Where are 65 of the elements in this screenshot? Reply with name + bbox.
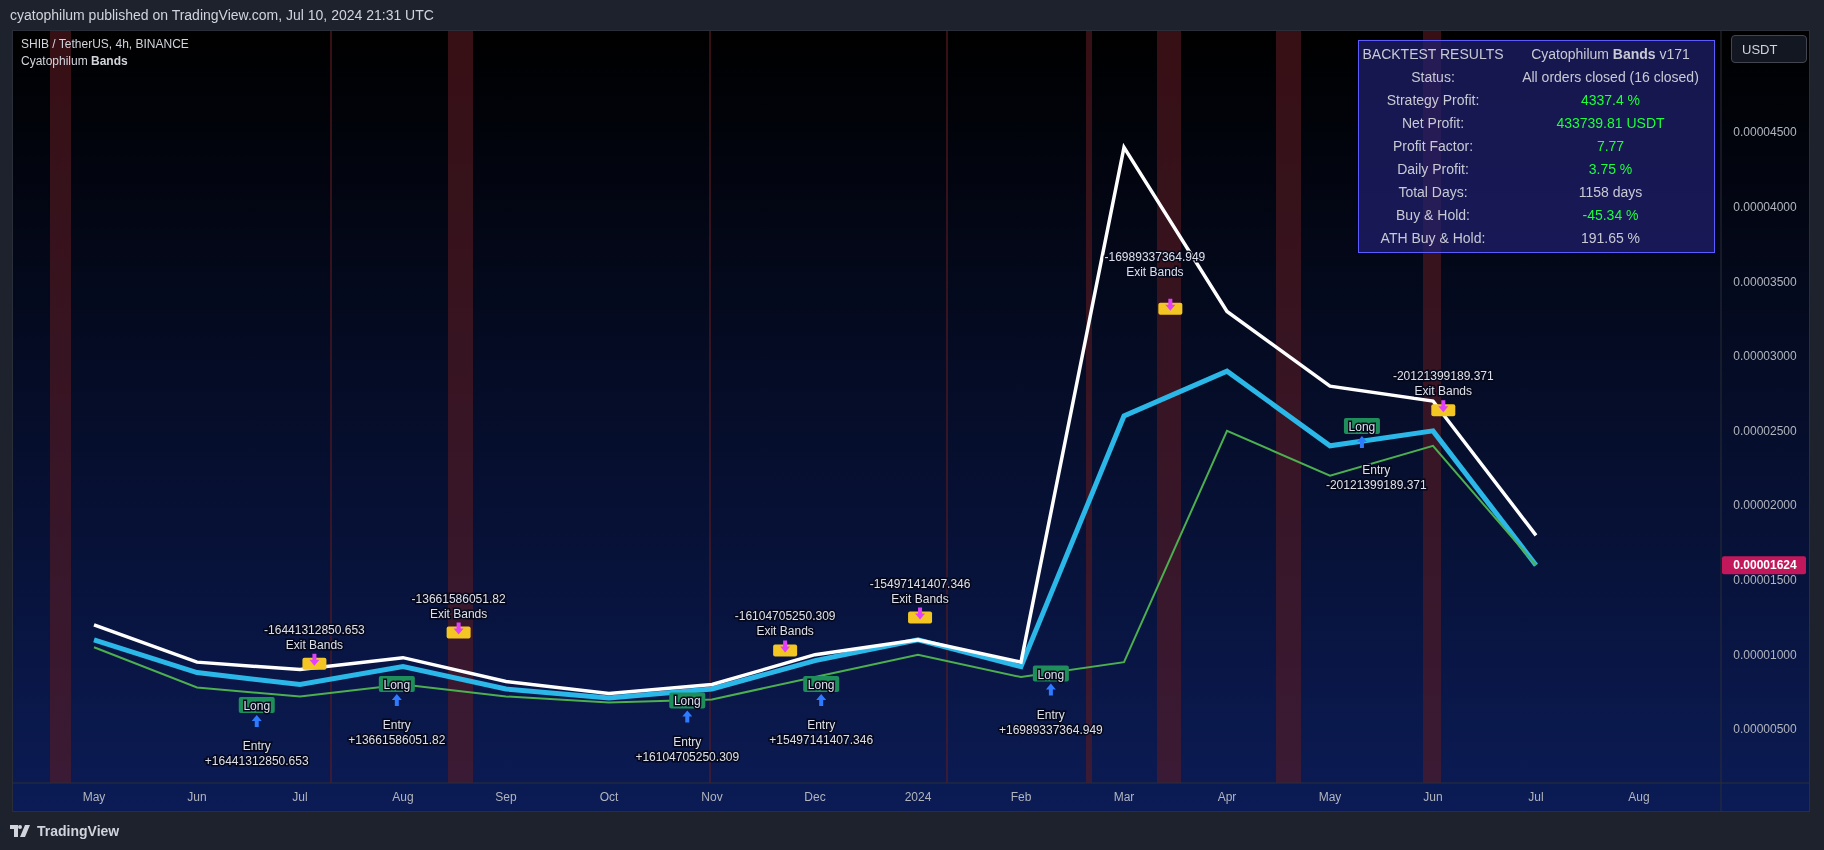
last-price-tag: 0.00001624 [1722,556,1806,575]
price-axis-label: 0.00001000 [1733,647,1797,662]
metric-label: Total Days: [1397,183,1469,202]
metric-value: 191.65 % [1579,229,1642,248]
metric-value: 3.75 % [1587,160,1634,179]
metric-label: Status: [1410,68,1456,87]
metric-label: Daily Profit: [1396,160,1470,179]
price-axis-label: 0.00001500 [1733,573,1797,588]
brand-name: TradingView [37,823,120,839]
price-axis-label: 0.00003500 [1733,274,1797,289]
trade-label: -16104705250.309 Exit Bands [734,609,836,639]
metric-label: Net Profit: [1400,114,1466,133]
time-axis-label: Aug [1628,790,1650,804]
metric-label: Profit Factor: [1391,137,1475,156]
metric-value: All orders closed (16 closed) [1521,68,1700,87]
trade-label: Entry +15497141407.346 [769,718,874,748]
trade-label: -15497141407.346 Exit Bands [869,576,971,606]
trade-label: Long [243,698,271,713]
table-title: BACKTEST RESULTS [1361,45,1505,64]
currency-button[interactable]: USDT [1731,35,1807,63]
trade-label: -20121399189.371 Exit Bands [1392,369,1494,399]
time-axis-label: Aug [392,790,414,804]
time-axis-label: Jul [1528,790,1544,804]
price-axis-label: 0.00004500 [1733,125,1797,140]
trade-label: Entry -20121399189.371 [1325,463,1427,493]
metric-value: 433739.81 USDT [1555,114,1666,133]
price-axis-label: 0.00004000 [1733,200,1797,215]
trade-label: Entry +16441312850.653 [204,739,309,769]
time-axis-label: May [1318,790,1342,804]
time-axis-label: 2024 [904,790,932,804]
time-axis-label: Oct [599,790,619,804]
price-axis-label: 0.00002000 [1733,498,1797,513]
time-axis-label: Sep [495,790,517,804]
trade-label: Entry +13661586051.82 [348,718,446,748]
trade-label: Long [1037,667,1065,682]
time-axis-label: Feb [1010,790,1032,804]
price-axis-label: 0.00002500 [1733,423,1797,438]
publish-info: cyatophilum published on TradingView.com, Jul 10, 2024 21:31 UTC [10,7,434,23]
metric-label: Strategy Profit: [1385,91,1481,110]
time-axis-label: Dec [804,790,826,804]
trade-label: Entry +16104705250.309 [635,734,740,764]
symbol-label: SHIB / TetherUS, 4h, BINANCE [21,37,189,51]
time-axis-label: Apr [1217,790,1237,804]
time-axis-label: Nov [701,790,723,804]
indicator-label: Cyatophilum Bands [21,54,129,68]
trade-label: Long [673,694,701,709]
trade-label: Long [1348,419,1376,434]
time-axis-label: Mar [1113,790,1135,804]
trade-label: Long [807,678,835,693]
trade-label: -16441312850.653 Exit Bands [264,622,365,652]
trade-label: Entry +16989337364.949 [999,707,1103,737]
strategy-name: Cyatophilum Bands v171 [1530,45,1691,64]
metric-label: Buy & Hold: [1395,206,1471,225]
trade-label: -13661586051.82 Exit Bands [411,591,506,621]
metric-value: 4337.4 % [1579,91,1642,110]
time-axis-label: Jul [292,790,308,804]
metric-label: ATH Buy & Hold: [1379,229,1487,248]
time-axis-label: Jun [1423,790,1443,804]
price-axis-label: 0.00003000 [1733,349,1797,364]
metric-value: -45.34 % [1581,206,1640,225]
metric-value: 1158 days [1577,183,1644,202]
price-axis-label: 0.00000500 [1733,722,1797,737]
time-axis-label: May [82,790,106,804]
time-axis-label: Jun [187,790,207,804]
metric-value: 7.77 [1595,137,1626,156]
